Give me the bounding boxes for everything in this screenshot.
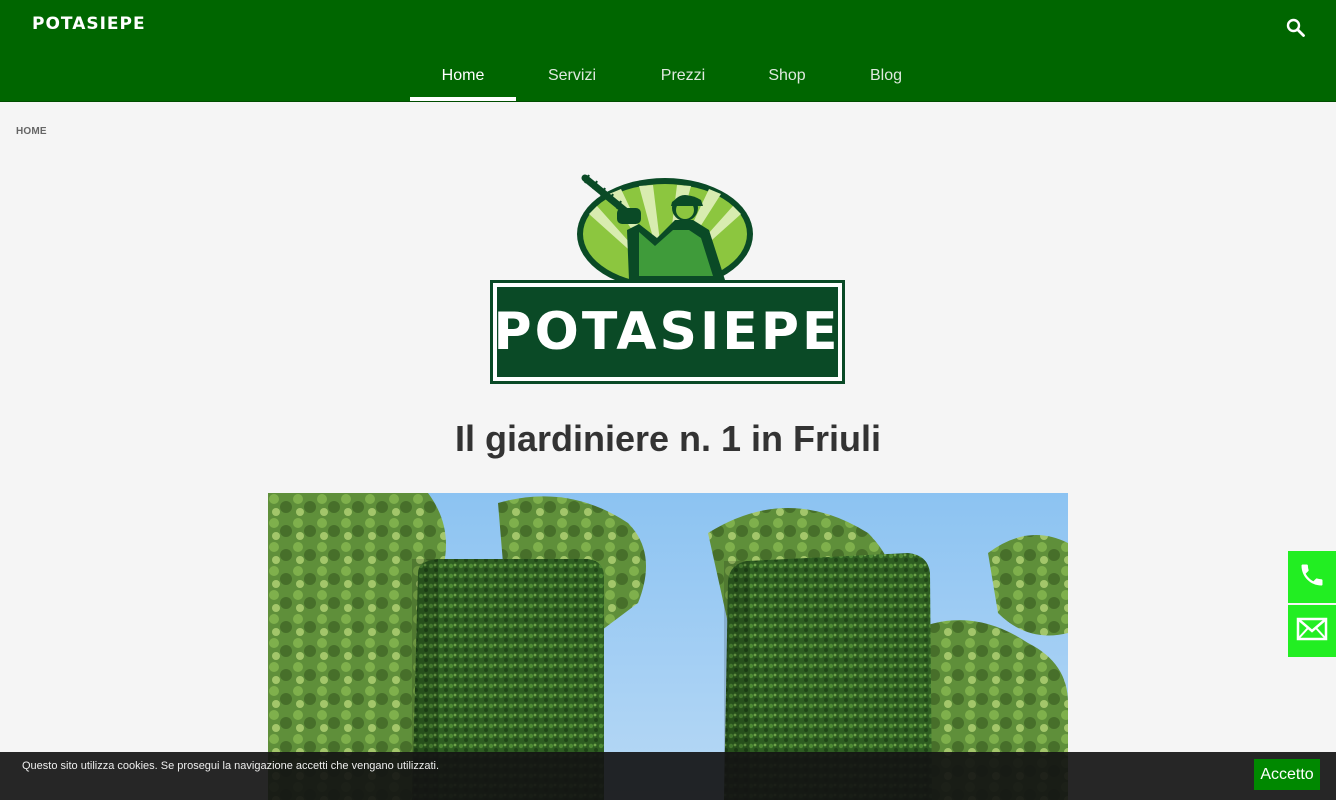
- phone-icon: [1298, 561, 1326, 594]
- breadcrumb[interactable]: HOME: [16, 126, 47, 137]
- nav-item-servizi[interactable]: Servizi: [530, 52, 614, 101]
- site-logo[interactable]: POTASIEPE: [32, 14, 146, 34]
- nav-item-blog[interactable]: Blog: [852, 52, 920, 101]
- email-button[interactable]: [1288, 605, 1336, 657]
- hero-logo-text: POTASIEPE: [494, 302, 841, 362]
- main-nav: Home Servizi Prezzi Shop Blog: [0, 52, 1336, 101]
- mail-icon: [1296, 616, 1328, 647]
- cookie-text: Questo sito utilizza cookies. Se prosegu…: [22, 760, 440, 772]
- accept-cookies-button[interactable]: Accetto: [1254, 759, 1320, 790]
- page-headline: Il giardiniere n. 1 in Friuli: [454, 418, 882, 459]
- nav-item-prezzi[interactable]: Prezzi: [642, 52, 724, 101]
- nav-item-shop[interactable]: Shop: [752, 52, 822, 101]
- hero-logo: POTASIEPE: [489, 172, 847, 386]
- cookie-banner: Questo sito utilizza cookies. Se prosegu…: [0, 752, 1336, 800]
- search-icon[interactable]: [1284, 16, 1308, 40]
- nav-item-home[interactable]: Home: [410, 52, 516, 101]
- top-header: POTASIEPE Home Servizi Prezzi Shop Blog: [0, 0, 1336, 102]
- phone-button[interactable]: [1288, 551, 1336, 603]
